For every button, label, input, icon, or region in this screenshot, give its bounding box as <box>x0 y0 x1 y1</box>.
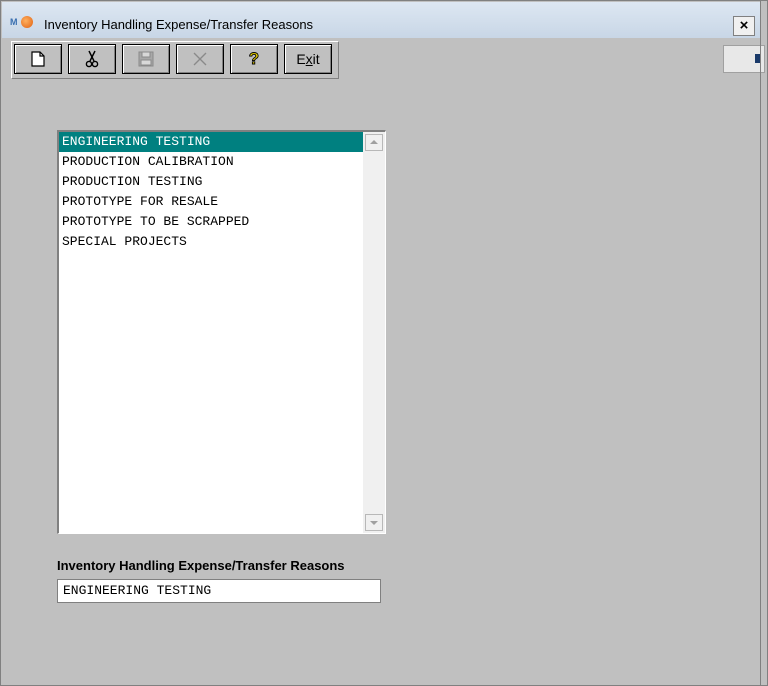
scroll-down-button[interactable] <box>365 514 383 531</box>
mx-logo-icon: M <box>10 15 36 29</box>
save-button[interactable] <box>122 44 170 74</box>
new-button[interactable] <box>14 44 62 74</box>
exit-button[interactable]: Exit <box>284 44 332 74</box>
list-item[interactable]: SPECIAL PROJECTS <box>59 232 363 252</box>
svg-text:?: ? <box>249 50 259 68</box>
side-panel-button[interactable] <box>723 45 765 73</box>
window-title: Inventory Handling Expense/Transfer Reas… <box>44 17 314 32</box>
help-button[interactable]: ? <box>230 44 278 74</box>
list-item[interactable]: PROTOTYPE TO BE SCRAPPED <box>59 212 363 232</box>
cut-button[interactable] <box>68 44 116 74</box>
arrow-up-icon <box>370 140 378 144</box>
list-item[interactable]: PRODUCTION TESTING <box>59 172 363 192</box>
reasons-listbox[interactable]: ENGINEERING TESTING PRODUCTION CALIBRATIO… <box>57 130 386 534</box>
reasons-list: ENGINEERING TESTING PRODUCTION CALIBRATIO… <box>59 132 363 252</box>
scissors-icon <box>85 50 99 68</box>
list-item[interactable]: PROTOTYPE FOR RESALE <box>59 192 363 212</box>
x-mark-icon <box>193 52 207 66</box>
arrow-down-icon <box>370 521 378 525</box>
title-bar: M Inventory Handling Expense/Transfer Re… <box>2 2 760 38</box>
reason-input[interactable]: ENGINEERING TESTING <box>57 579 381 603</box>
scroll-up-button[interactable] <box>365 134 383 151</box>
toolbar: ? Exit <box>11 41 339 79</box>
window-edge <box>760 1 761 685</box>
floppy-disk-icon <box>138 51 154 67</box>
new-document-icon <box>31 51 45 67</box>
delete-button[interactable] <box>176 44 224 74</box>
reason-field-label: Inventory Handling Expense/Transfer Reas… <box>57 558 345 573</box>
main-window: M Inventory Handling Expense/Transfer Re… <box>0 0 768 686</box>
list-item[interactable]: PRODUCTION CALIBRATION <box>59 152 363 172</box>
question-mark-icon: ? <box>248 50 259 68</box>
close-button[interactable]: × <box>733 16 755 36</box>
listbox-scrollbar[interactable] <box>363 132 385 533</box>
list-item[interactable]: ENGINEERING TESTING <box>59 132 363 152</box>
exit-button-label: Exit <box>296 51 320 67</box>
